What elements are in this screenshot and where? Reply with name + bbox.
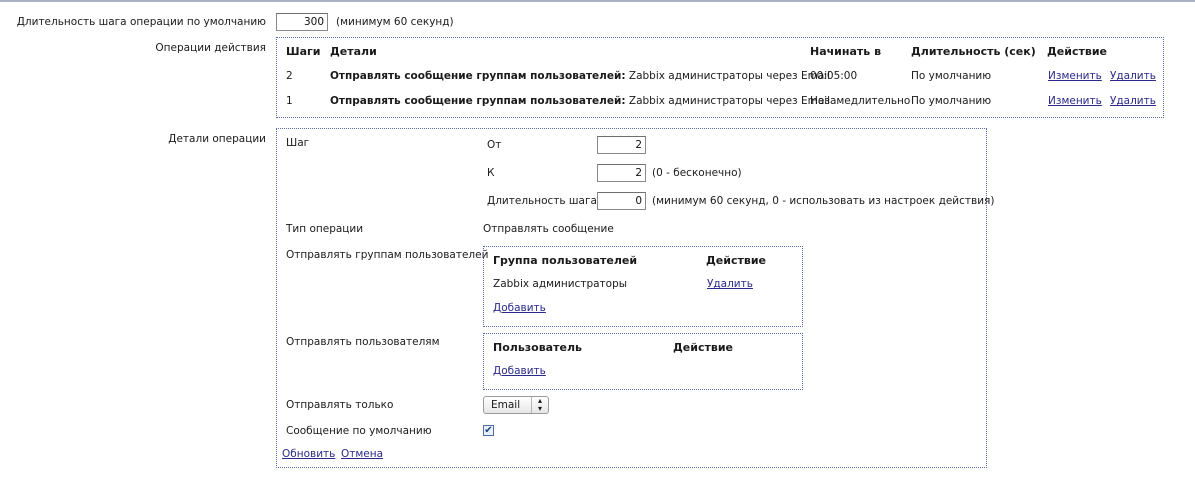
operations-table: Шаги Детали Начинать в Длительность (сек… bbox=[276, 37, 1164, 118]
col-duration: Длительность (сек) bbox=[911, 45, 1036, 58]
table-row-details: Отправлять сообщение группам пользовател… bbox=[330, 70, 830, 82]
send-groups-label: Отправлять группам пользователей bbox=[286, 249, 489, 261]
operations-label: Операции действия bbox=[155, 42, 266, 54]
row-duration: По умолчанию bbox=[911, 95, 992, 107]
step-duration-hint: (минимум 60 секунд, 0 - использовать из … bbox=[652, 195, 995, 207]
edit-link[interactable]: Изменить bbox=[1048, 70, 1102, 82]
step-duration-label: Длительность шага bbox=[487, 195, 597, 207]
user-groups-table: Группа пользователей Действие Zabbix адм… bbox=[483, 246, 803, 327]
row-start-in: 00:05:00 bbox=[810, 70, 858, 82]
op-type-value: Отправлять сообщение bbox=[483, 223, 614, 235]
col-user-group: Группа пользователей bbox=[493, 254, 638, 267]
col-action: Действие bbox=[706, 254, 766, 267]
details-bold: Отправлять сообщение группам пользовател… bbox=[330, 70, 626, 82]
row-start-in: Незамедлительно bbox=[810, 95, 911, 107]
add-group-link[interactable]: Добавить bbox=[493, 302, 546, 314]
delete-link[interactable]: Удалить bbox=[1110, 95, 1156, 107]
send-users-label: Отправлять пользователям bbox=[286, 336, 440, 348]
to-label: К bbox=[487, 167, 495, 179]
users-table: Пользователь Действие Добавить bbox=[483, 333, 803, 390]
step-duration-input[interactable]: 0 bbox=[597, 192, 646, 210]
col-user: Пользователь bbox=[493, 341, 582, 354]
to-input[interactable]: 2 bbox=[597, 164, 646, 182]
step-label: Шаг bbox=[286, 137, 310, 149]
from-input[interactable]: 2 bbox=[597, 136, 646, 154]
send-only-select[interactable]: Email ▴ ▾ bbox=[483, 396, 549, 414]
col-steps: Шаги bbox=[286, 45, 321, 58]
step-duration-hint: (минимум 60 секунд) bbox=[336, 16, 454, 28]
default-msg-checkbox[interactable]: ✔ bbox=[483, 425, 494, 436]
step-duration-input[interactable]: 300 bbox=[276, 13, 328, 31]
delete-group-link[interactable]: Удалить bbox=[707, 278, 753, 290]
details-rest: Zabbix администраторы через Email bbox=[628, 95, 831, 107]
col-action: Действие bbox=[1047, 45, 1107, 58]
col-action: Действие bbox=[673, 341, 733, 354]
col-details: Детали bbox=[330, 45, 377, 58]
send-only-value: Email bbox=[491, 399, 521, 411]
add-user-link[interactable]: Добавить bbox=[493, 365, 546, 377]
op-type-label: Тип операции bbox=[286, 223, 364, 235]
table-row-details: Отправлять сообщение группам пользовател… bbox=[330, 95, 830, 107]
details-rest: Zabbix администраторы через Email bbox=[628, 70, 831, 82]
from-label: От bbox=[487, 139, 502, 151]
select-arrows-icon: ▴ ▾ bbox=[531, 397, 548, 413]
group-name: Zabbix администраторы bbox=[493, 278, 628, 290]
edit-link[interactable]: Изменить bbox=[1048, 95, 1102, 107]
details-bold: Отправлять сообщение группам пользовател… bbox=[330, 95, 626, 107]
update-link[interactable]: Обновить bbox=[282, 448, 335, 460]
send-only-label: Отправлять только bbox=[286, 399, 394, 411]
step-duration-label: Длительность шага операции по умолчанию bbox=[16, 16, 266, 28]
top-border bbox=[0, 0, 1195, 2]
delete-link[interactable]: Удалить bbox=[1110, 70, 1156, 82]
col-start-in: Начинать в bbox=[810, 45, 882, 58]
operation-details-panel: Шаг От 2 К 2 (0 - бесконечно) Длительнос… bbox=[276, 128, 994, 468]
row-step: 2 bbox=[286, 70, 293, 82]
cancel-link[interactable]: Отмена bbox=[341, 448, 383, 460]
row-step: 1 bbox=[286, 95, 293, 107]
to-hint: (0 - бесконечно) bbox=[652, 167, 742, 179]
details-label: Детали операции bbox=[168, 133, 266, 145]
row-duration: По умолчанию bbox=[911, 70, 992, 82]
default-msg-label: Сообщение по умолчанию bbox=[286, 425, 432, 437]
